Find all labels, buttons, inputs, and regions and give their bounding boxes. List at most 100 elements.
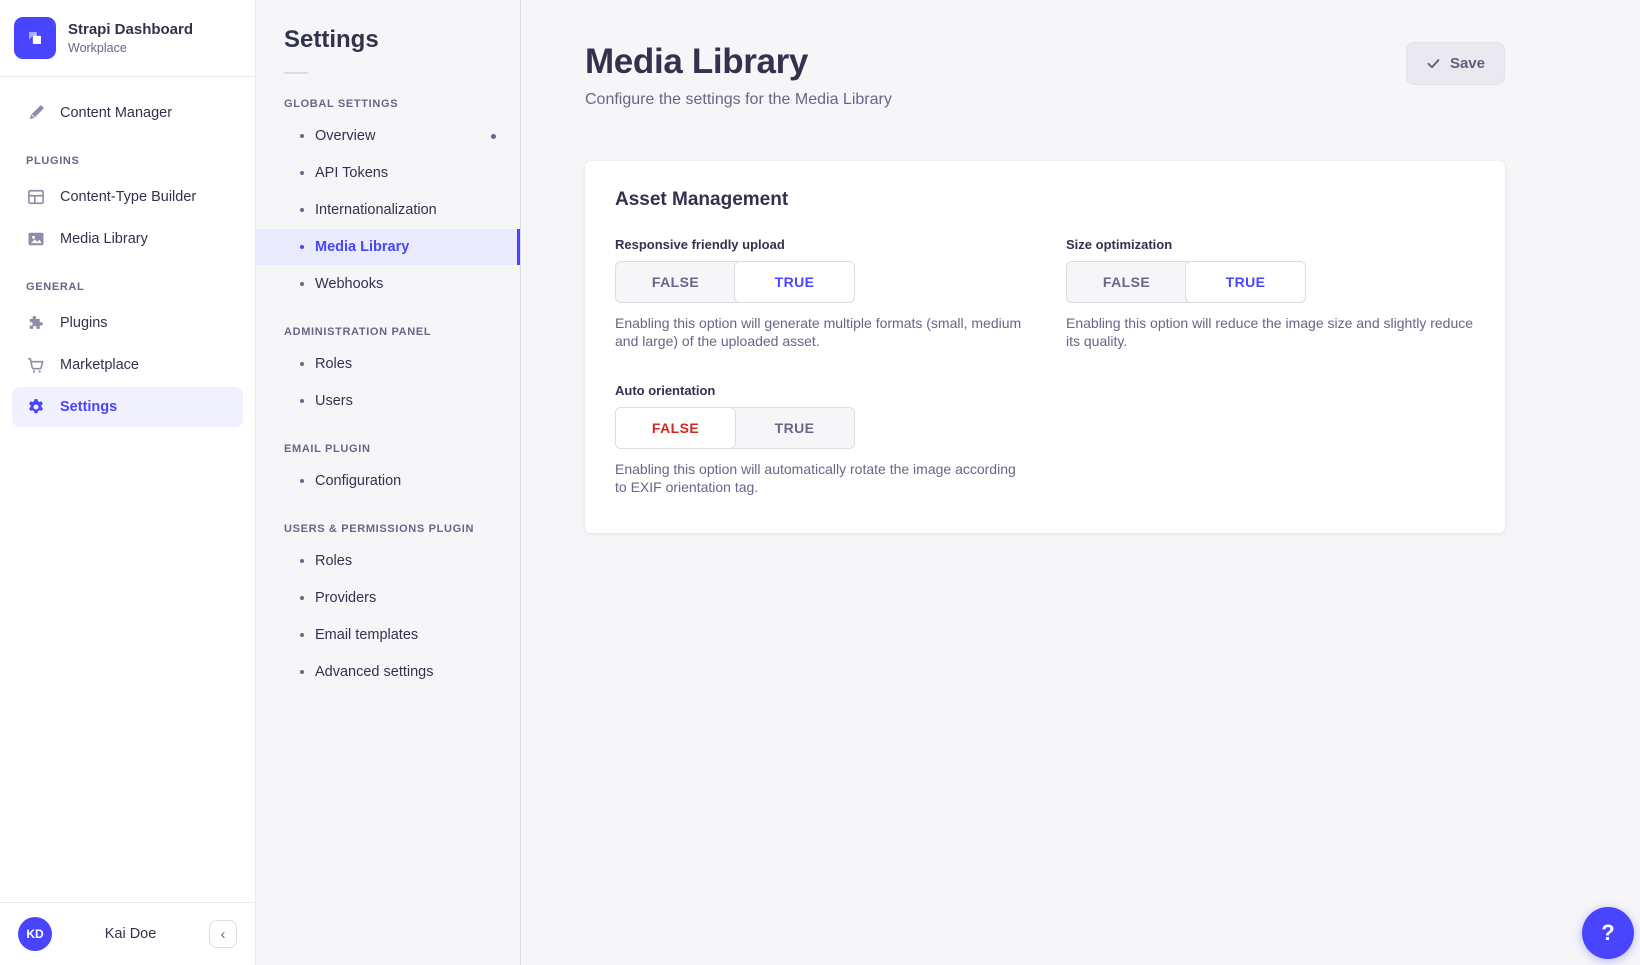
image-icon	[26, 229, 46, 249]
toggle-false-option[interactable]: FALSE	[616, 262, 735, 302]
subnav-section-label-administration-panel: ADMINISTRATION PANEL	[284, 326, 492, 338]
subnav-section-label-users-permissions-plugin: USERS & PERMISSIONS PLUGIN	[284, 523, 492, 535]
toggle-size-optimization: FALSETRUE	[1066, 261, 1306, 303]
collapse-sidebar-button[interactable]: ‹	[209, 920, 237, 948]
sidebar-item-label: Media Library	[60, 231, 148, 247]
main-content: Media Library Configure the settings for…	[521, 0, 1640, 965]
subnav-item-internationalization[interactable]: Internationalization	[256, 192, 520, 228]
toggle-false-option[interactable]: FALSE	[1067, 262, 1186, 302]
subnav-item-api-tokens[interactable]: API Tokens	[256, 155, 520, 191]
subnav-item-configuration[interactable]: Configuration	[256, 463, 520, 499]
sidebar-nav: Content Manager PLUGINS Content-Type Build…	[0, 77, 255, 902]
bullet-icon	[300, 362, 304, 366]
bullet-icon	[300, 399, 304, 403]
field-description: Enabling this option will automatically …	[615, 460, 1024, 497]
subnav-title: Settings	[256, 26, 520, 54]
save-button[interactable]: Save	[1406, 42, 1505, 85]
toggle-true-option[interactable]: TRUE	[734, 261, 855, 303]
field-label: Size optimization	[1066, 237, 1475, 252]
layout-icon	[26, 187, 46, 207]
chevron-left-icon: ‹	[221, 926, 226, 943]
pen-icon	[26, 103, 46, 123]
user-name: Kai Doe	[52, 926, 209, 942]
toggle-true-option[interactable]: TRUE	[1185, 261, 1306, 303]
main-sidebar: Strapi Dashboard Workplace Content Manag…	[0, 0, 256, 965]
sidebar-item-media-library[interactable]: Media Library	[12, 219, 243, 259]
subnav-item-label: Providers	[315, 590, 376, 606]
sidebar-item-content-type-builder[interactable]: Content-Type Builder	[12, 177, 243, 217]
bullet-icon	[300, 559, 304, 563]
page-title: Media Library	[585, 42, 892, 82]
subnav-item-media-library[interactable]: Media Library	[256, 229, 520, 265]
gear-icon	[26, 397, 46, 417]
settings-subnav: Settings GLOBAL SETTINGS Overview API Toke…	[256, 0, 521, 965]
subnav-section-label-global-settings: GLOBAL SETTINGS	[284, 98, 492, 110]
sidebar-item-label: Marketplace	[60, 357, 139, 373]
subnav-item-label: Email templates	[315, 627, 418, 643]
field-responsive-friendly-upload: Responsive friendly upload FALSETRUE Enabl…	[615, 237, 1024, 351]
bullet-icon	[300, 596, 304, 600]
bullet-icon	[300, 479, 304, 483]
asset-management-card: Asset Management Responsive friendly upl…	[585, 161, 1505, 533]
save-button-label: Save	[1450, 55, 1485, 72]
check-icon	[1426, 56, 1441, 71]
card-title: Asset Management	[615, 189, 1475, 211]
toggle-responsive-friendly-upload: FALSETRUE	[615, 261, 855, 303]
field-description: Enabling this option will generate multi…	[615, 314, 1024, 351]
subnav-item-label: API Tokens	[315, 165, 388, 181]
field-description: Enabling this option will reduce the ima…	[1066, 314, 1475, 351]
sidebar-item-label: Content Manager	[60, 105, 172, 121]
bullet-icon	[300, 134, 304, 138]
subnav-item-label: Users	[315, 393, 353, 409]
help-button[interactable]: ?	[1582, 907, 1634, 959]
subnav-item-email-templates[interactable]: Email templates	[256, 617, 520, 653]
toggle-auto-orientation: FALSETRUE	[615, 407, 855, 449]
puzzle-icon	[26, 313, 46, 333]
page-header: Media Library Configure the settings for…	[585, 0, 1505, 109]
bullet-icon	[300, 282, 304, 286]
subnav-item-label: Webhooks	[315, 276, 383, 292]
sidebar-footer: KD Kai Doe ‹	[0, 902, 255, 965]
strapi-logo-icon	[14, 17, 56, 59]
brand-subtitle: Workplace	[68, 41, 193, 56]
subnav-section-label-email-plugin: EMAIL PLUGIN	[284, 443, 492, 455]
subnav-sections: GLOBAL SETTINGS Overview API Tokens Interna…	[256, 98, 520, 690]
subnav-item-advanced-settings[interactable]: Advanced settings	[256, 654, 520, 690]
field-auto-orientation: Auto orientationFALSETRUEEnabling this o…	[615, 383, 1024, 497]
sidebar-item-label: Content-Type Builder	[60, 189, 196, 205]
sidebar-item-content-manager[interactable]: Content Manager	[12, 93, 243, 133]
toggle-true-option[interactable]: TRUE	[735, 408, 854, 448]
sidebar-item-plugins[interactable]: Plugins	[12, 303, 243, 343]
subnav-item-label: Internationalization	[315, 202, 437, 218]
bullet-icon	[300, 245, 304, 249]
subnav-item-overview[interactable]: Overview	[256, 118, 520, 154]
brand-header[interactable]: Strapi Dashboard Workplace	[0, 0, 255, 77]
page-subtitle: Configure the settings for the Media Lib…	[585, 91, 892, 109]
subnav-item-label: Overview	[315, 128, 375, 144]
subnav-item-label: Media Library	[315, 239, 409, 255]
subnav-divider	[284, 72, 308, 74]
brand-title: Strapi Dashboard	[68, 21, 193, 39]
subnav-item-label: Configuration	[315, 473, 401, 489]
subnav-item-roles[interactable]: Roles	[256, 346, 520, 382]
sidebar-item-label: Plugins	[60, 315, 108, 331]
field-size-optimization: Size optimization FALSETRUE Enabling this …	[1066, 237, 1475, 351]
sidebar-section-label-plugins: PLUGINS	[26, 155, 229, 167]
subnav-item-roles[interactable]: Roles	[256, 543, 520, 579]
sidebar-item-settings[interactable]: Settings	[12, 387, 243, 427]
bullet-icon	[300, 171, 304, 175]
strapi-dashboard-app: Strapi Dashboard Workplace Content Manag…	[0, 0, 1640, 965]
user-avatar[interactable]: KD	[18, 917, 52, 951]
bullet-icon	[300, 208, 304, 212]
toggle-false-option[interactable]: FALSE	[615, 407, 736, 449]
subnav-item-users[interactable]: Users	[256, 383, 520, 419]
question-mark-icon: ?	[1601, 920, 1614, 946]
field-label: Responsive friendly upload	[615, 237, 1024, 252]
subnav-item-providers[interactable]: Providers	[256, 580, 520, 616]
notification-dot	[491, 134, 496, 139]
sidebar-section-label-general: GENERAL	[26, 281, 229, 293]
sidebar-item-marketplace[interactable]: Marketplace	[12, 345, 243, 385]
subnav-item-label: Roles	[315, 553, 352, 569]
subnav-item-webhooks[interactable]: Webhooks	[256, 266, 520, 302]
subnav-item-label: Roles	[315, 356, 352, 372]
